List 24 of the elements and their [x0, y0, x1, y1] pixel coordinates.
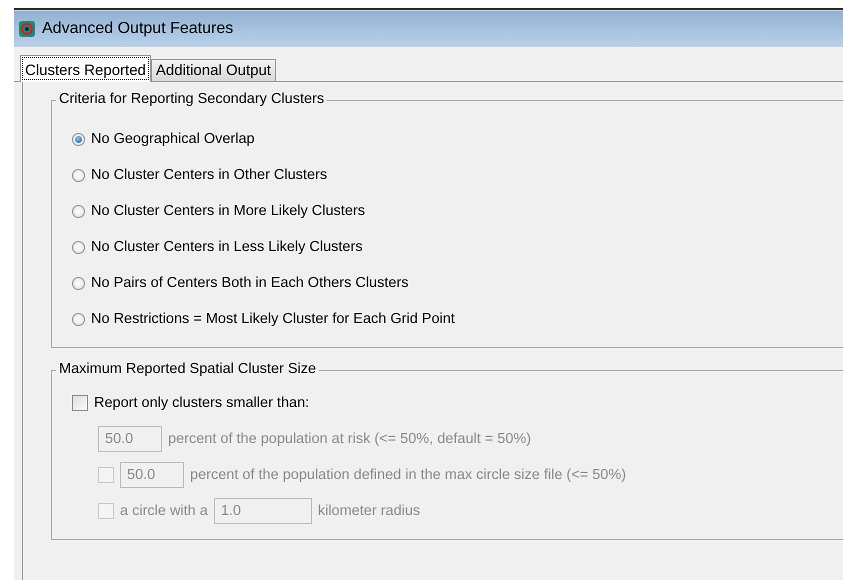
option-label[interactable]: No Cluster Centers in Other Clusters — [91, 167, 328, 183]
option-label[interactable]: No Pairs of Centers Both in Each Others Clusters — [91, 275, 409, 291]
checkbox[interactable] — [72, 395, 88, 411]
radio-button[interactable] — [72, 168, 85, 182]
option-label[interactable]: No Geographical Overlap — [91, 131, 255, 147]
field-label: a circle with a — [120, 503, 208, 519]
field-label: kilometer radius — [318, 503, 420, 519]
group-title: Maximum Reported Spatial Cluster Size — [56, 361, 320, 377]
radio-button[interactable] — [72, 240, 85, 254]
option-label[interactable]: No Cluster Centers in Less Likely Clusters — [91, 239, 363, 255]
app-icon — [18, 20, 36, 38]
radio-button[interactable] — [72, 312, 85, 326]
radio-button[interactable] — [72, 132, 85, 146]
radio-button[interactable] — [72, 276, 85, 290]
field-label: percent of the population defined in the max circle size file (<= 50%) — [190, 467, 626, 483]
option-label[interactable]: No Restrictions = Most Likely Cluster for Each Grid Point — [91, 311, 455, 327]
radio-button[interactable] — [72, 204, 85, 218]
field-label: percent of the population at risk (<= 50%, default = 50%) — [168, 431, 532, 447]
option-label[interactable]: No Cluster Centers in More Likely Clusters — [91, 203, 365, 219]
checkbox-label[interactable]: Report only clusters smaller than: — [94, 395, 310, 411]
tab[interactable]: Additional Output — [150, 59, 276, 81]
group-title: Criteria for Reporting Secondary Clusters — [56, 91, 328, 107]
tab[interactable]: Clusters Reported — [20, 55, 151, 82]
window-title: Advanced Output Features — [42, 20, 234, 38]
